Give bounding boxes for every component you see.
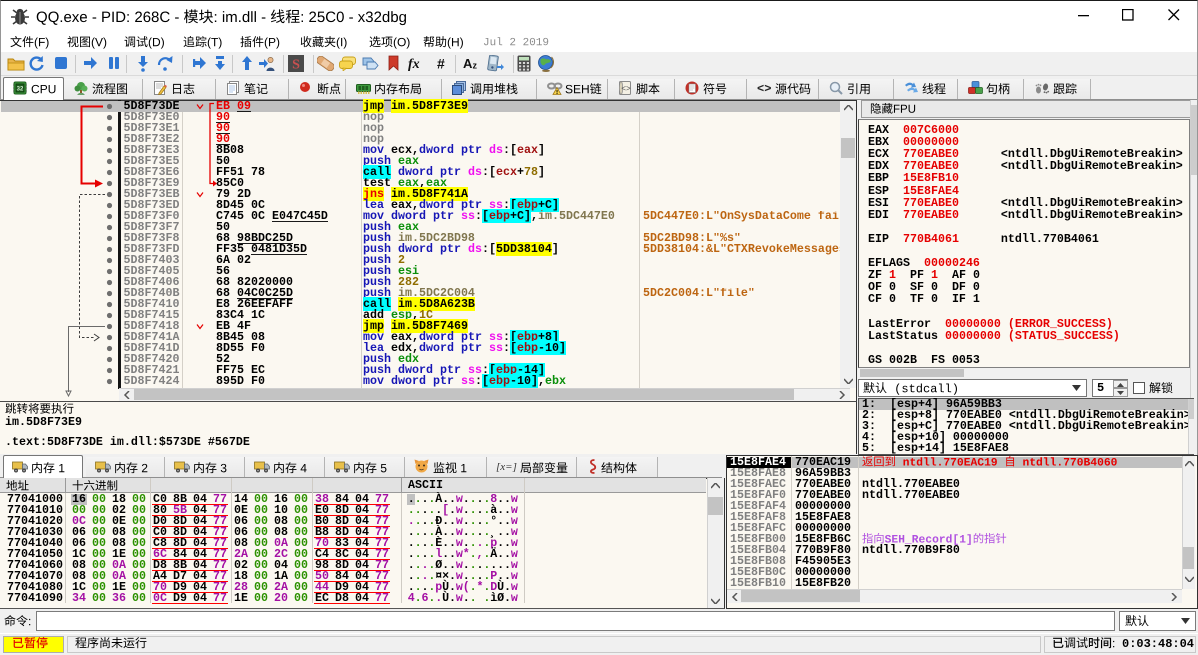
svg-text:z: z bbox=[473, 61, 478, 71]
svg-text:S: S bbox=[292, 58, 300, 73]
svg-text:A: A bbox=[463, 56, 473, 71]
svg-text:<>: <> bbox=[621, 85, 631, 94]
svg-text:fx: fx bbox=[408, 57, 420, 72]
svg-text:32: 32 bbox=[16, 87, 23, 93]
svg-text:#: # bbox=[437, 56, 445, 72]
svg-text:<>: <> bbox=[757, 82, 771, 95]
